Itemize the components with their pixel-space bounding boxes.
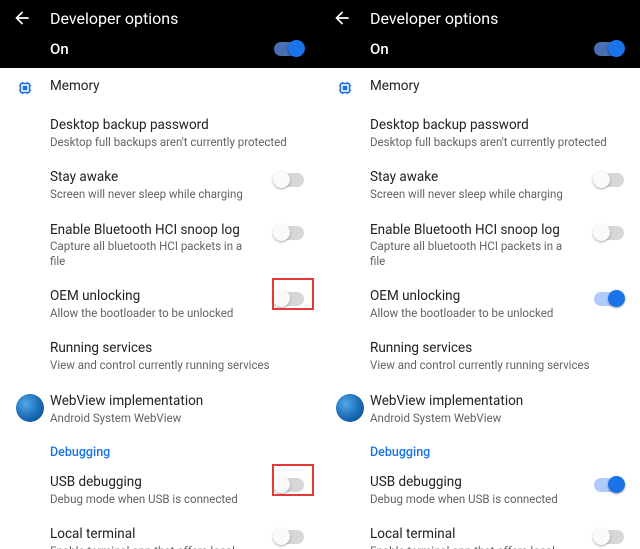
settings-list: Memory Desktop backup password Desktop f…: [320, 68, 640, 549]
bt-snoop-toggle[interactable]: [274, 226, 304, 240]
item-oem-unlocking[interactable]: OEM unlocking Allow the bootloader to be…: [0, 278, 320, 330]
backup-sub: Desktop full backups aren't currently pr…: [50, 135, 304, 149]
usb-sub: Debug mode when USB is connected: [50, 492, 260, 506]
running-title: Running services: [50, 340, 304, 357]
item-bt-snoop[interactable]: Enable Bluetooth HCI snoop log Capture a…: [320, 212, 640, 279]
terminal-toggle[interactable]: [274, 530, 304, 544]
terminal-title: Local terminal: [370, 526, 580, 543]
memory-icon: [336, 78, 370, 97]
oem-sub: Allow the bootloader to be unlocked: [370, 306, 580, 320]
item-stay-awake[interactable]: Stay awake Screen will never sleep while…: [320, 159, 640, 211]
stay-awake-toggle[interactable]: [274, 173, 304, 187]
webview-icon: [16, 393, 50, 422]
oem-title: OEM unlocking: [370, 288, 580, 305]
item-backup-password[interactable]: Desktop backup password Desktop full bac…: [0, 107, 320, 159]
settings-list: Memory Desktop backup password Desktop f…: [0, 68, 320, 549]
memory-title: Memory: [370, 78, 624, 95]
running-title: Running services: [370, 340, 624, 357]
memory-title: Memory: [50, 78, 304, 95]
webview-icon: [336, 393, 370, 422]
terminal-toggle[interactable]: [594, 530, 624, 544]
master-state-label: On: [370, 40, 389, 58]
bt-snoop-sub: Capture all bluetooth HCI packets in a f…: [50, 239, 260, 268]
header: Developer options On: [320, 0, 640, 68]
webview-title: WebView implementation: [370, 393, 624, 410]
bt-snoop-sub: Capture all bluetooth HCI packets in a f…: [370, 239, 580, 268]
oem-sub: Allow the bootloader to be unlocked: [50, 306, 260, 320]
section-debugging: Debugging: [320, 435, 640, 464]
bt-snoop-title: Enable Bluetooth HCI snoop log: [370, 222, 580, 239]
terminal-sub: Enable terminal app that offers local sh…: [370, 544, 580, 549]
stay-awake-sub: Screen will never sleep while charging: [50, 187, 260, 201]
page-title: Developer options: [370, 9, 498, 28]
memory-icon: [16, 78, 50, 97]
item-memory[interactable]: Memory: [320, 68, 640, 107]
item-usb-debugging[interactable]: USB debugging Debug mode when USB is con…: [320, 464, 640, 516]
item-bt-snoop[interactable]: Enable Bluetooth HCI snoop log Capture a…: [0, 212, 320, 279]
item-usb-debugging[interactable]: USB debugging Debug mode when USB is con…: [0, 464, 320, 516]
item-running-services[interactable]: Running services View and control curren…: [320, 330, 640, 382]
item-webview[interactable]: WebView implementation Android System We…: [320, 383, 640, 435]
backup-title: Desktop backup password: [370, 117, 624, 134]
back-icon[interactable]: [332, 8, 352, 28]
item-running-services[interactable]: Running services View and control curren…: [0, 330, 320, 382]
bt-snoop-title: Enable Bluetooth HCI snoop log: [50, 222, 260, 239]
item-local-terminal[interactable]: Local terminal Enable terminal app that …: [320, 516, 640, 549]
usb-toggle[interactable]: [274, 478, 304, 492]
terminal-title: Local terminal: [50, 526, 260, 543]
running-sub: View and control currently running servi…: [50, 358, 304, 372]
backup-title: Desktop backup password: [50, 117, 304, 134]
stay-awake-title: Stay awake: [50, 169, 260, 186]
usb-sub: Debug mode when USB is connected: [370, 492, 580, 506]
terminal-sub: Enable terminal app that offers local sh…: [50, 544, 260, 549]
running-sub: View and control currently running servi…: [370, 358, 624, 372]
usb-title: USB debugging: [370, 474, 580, 491]
page-title: Developer options: [50, 9, 178, 28]
item-local-terminal[interactable]: Local terminal Enable terminal app that …: [0, 516, 320, 549]
item-memory[interactable]: Memory: [0, 68, 320, 107]
section-debugging: Debugging: [0, 435, 320, 464]
item-stay-awake[interactable]: Stay awake Screen will never sleep while…: [0, 159, 320, 211]
master-state-label: On: [50, 40, 69, 58]
usb-toggle[interactable]: [594, 478, 624, 492]
header: Developer options On: [0, 0, 320, 68]
master-toggle[interactable]: [594, 42, 624, 56]
backup-sub: Desktop full backups aren't currently pr…: [370, 135, 624, 149]
stay-awake-toggle[interactable]: [594, 173, 624, 187]
oem-toggle[interactable]: [594, 292, 624, 306]
stay-awake-title: Stay awake: [370, 169, 580, 186]
webview-sub: Android System WebView: [370, 411, 624, 425]
bt-snoop-toggle[interactable]: [594, 226, 624, 240]
panel-1: Developer options On Memory Desktop back…: [320, 0, 640, 549]
back-icon[interactable]: [12, 8, 32, 28]
item-webview[interactable]: WebView implementation Android System We…: [0, 383, 320, 435]
webview-title: WebView implementation: [50, 393, 304, 410]
oem-toggle[interactable]: [274, 292, 304, 306]
webview-sub: Android System WebView: [50, 411, 304, 425]
item-oem-unlocking[interactable]: OEM unlocking Allow the bootloader to be…: [320, 278, 640, 330]
panel-0: Developer options On Memory Desktop back…: [0, 0, 320, 549]
master-toggle[interactable]: [274, 42, 304, 56]
stay-awake-sub: Screen will never sleep while charging: [370, 187, 580, 201]
oem-title: OEM unlocking: [50, 288, 260, 305]
usb-title: USB debugging: [50, 474, 260, 491]
item-backup-password[interactable]: Desktop backup password Desktop full bac…: [320, 107, 640, 159]
